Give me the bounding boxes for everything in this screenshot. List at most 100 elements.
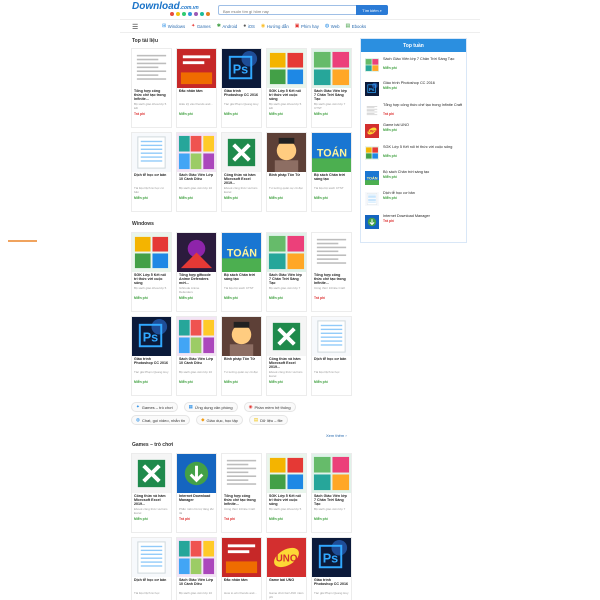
app-card[interactable]: Sách Giáo Viên lớp 7 Chân Trời Sáng Tạo B…	[311, 48, 352, 128]
app-title[interactable]: SGK Lớp 5 Kết nối tri thức với cuộc sống	[132, 272, 171, 287]
app-title[interactable]: Sách Giáo Viên Lớp 10 Cánh Diều	[177, 356, 216, 371]
app-thumbnail[interactable]: TOÁN	[222, 233, 261, 272]
category-tag[interactable]: ◍ Chat, gọi video, nhắn tin	[131, 415, 191, 425]
app-title[interactable]: Binh pháp Tôn Tử	[222, 356, 261, 371]
app-thumbnail[interactable]	[132, 538, 171, 577]
app-card[interactable]: Sách Giáo Viên lớp 7 Chân Trời Sáng Tạo B…	[311, 453, 352, 533]
app-thumbnail[interactable]	[177, 233, 216, 272]
app-title[interactable]: SGK Lớp 5 Kết nối tri thức với cuộc sống	[267, 88, 306, 103]
app-thumbnail[interactable]: TOÁN	[312, 133, 351, 172]
top-item-thumbnail[interactable]	[365, 192, 379, 206]
app-title[interactable]: Sách Giáo Viên lớp 7 Chân Trời Sáng Tạo	[312, 493, 351, 508]
top-week-item[interactable]: Sách Giáo Viên lớp 7 Chân Trời Sáng Tạo M…	[365, 57, 465, 75]
app-card[interactable]: Đắc nhân tâmHow to win friends and...Miễ…	[221, 537, 262, 600]
top-item-name[interactable]: Tổng hợp công thức chế tạo trong Infinit…	[383, 103, 465, 107]
nav-item-web[interactable]: ◍ Web	[325, 23, 340, 29]
app-card[interactable]: Công thức và hàm Microsoft Excel 2019...…	[221, 132, 262, 212]
app-card[interactable]: SGK Lớp 5 Kết nối tri thức với cuộc sống…	[266, 453, 307, 533]
app-thumbnail[interactable]: Ps	[222, 49, 261, 88]
nav-item-ebooks[interactable]: ▤ Ebooks	[346, 23, 367, 29]
app-thumbnail[interactable]	[267, 49, 306, 88]
app-card[interactable]: Dịch tễ học cơ bản Tài liệu Dịch tễ học c…	[131, 132, 172, 212]
top-week-item[interactable]: Ps Giáo trình Photoshop CC 2016 Miễn phí	[365, 81, 465, 99]
app-thumbnail[interactable]: Ps	[132, 317, 171, 356]
nav-item-ios[interactable]: ● iOS	[243, 23, 255, 29]
top-week-item[interactable]: SGK Lớp 5 Kết nối tri thức với cuộc sống…	[365, 145, 465, 163]
top-item-thumbnail[interactable]	[365, 58, 379, 72]
search-button[interactable]: Tìm kiếm ⌕	[356, 5, 388, 15]
app-thumbnail[interactable]	[132, 233, 171, 272]
top-item-name[interactable]: Game bài UNO	[383, 123, 465, 127]
app-thumbnail[interactable]	[177, 49, 216, 88]
app-card[interactable]: Ps Giáo trình Photoshop CC 2016 Tác giả Ph…	[221, 48, 262, 128]
app-card[interactable]: Tổng hợp giftcode Anime Defenders mới...…	[176, 232, 217, 312]
app-title[interactable]: Bộ sách Chân trời sáng tạo	[312, 172, 351, 187]
app-thumbnail[interactable]	[222, 454, 261, 493]
top-week-item[interactable]: TOÁN Bộ sách Chân trời sáng tạo Miễn phí	[365, 170, 465, 188]
category-tag[interactable]: ▤ Dữ liệu – file	[248, 415, 288, 425]
app-card[interactable]: TOÁN Bộ sách Chân trời sáng tạo Tài liệu b…	[221, 232, 262, 312]
app-thumbnail[interactable]	[132, 49, 171, 88]
app-title[interactable]: Giáo trình Photoshop CC 2016	[132, 356, 171, 371]
app-card[interactable]: Ps Giáo trình Photoshop CC 2016 Tác giả Ph…	[311, 537, 352, 600]
app-thumbnail[interactable]	[132, 133, 171, 172]
app-title[interactable]: SGK Lớp 5 Kết nối tri thức với cuộc sống	[267, 493, 306, 508]
category-tag[interactable]: ✦ Games – trò chơi	[131, 402, 178, 412]
app-card[interactable]: Dịch tễ học cơ bảnTài liệu Dịch tễ học Mi…	[311, 316, 352, 396]
top-item-thumbnail[interactable]	[365, 104, 379, 118]
app-card[interactable]: Công thức và hàm Microsoft Excel 2019...…	[266, 316, 307, 396]
top-item-name[interactable]: Sách Giáo Viên lớp 7 Chân Trời Sáng Tạo	[383, 57, 465, 61]
app-card[interactable]: UNO Game bài UNO Game chơi bài UNO miễn ph…	[266, 537, 307, 600]
top-item-thumbnail[interactable]	[365, 146, 379, 160]
nav-item-hướng-dẫn[interactable]: ◉ Hướng dẫn	[261, 23, 289, 29]
top-item-thumbnail[interactable]: UNO	[365, 124, 379, 138]
app-thumbnail[interactable]	[312, 233, 351, 272]
app-card[interactable]: Tổng hợp công thức chế tạo trong Infinit…	[221, 453, 262, 533]
app-thumbnail[interactable]	[177, 133, 216, 172]
top-item-thumbnail[interactable]	[365, 215, 379, 229]
app-thumbnail[interactable]	[312, 49, 351, 88]
top-item-name[interactable]: Internet Download Manager	[383, 214, 465, 218]
app-card[interactable]: Binh pháp Tôn Tử Tư tưởng quân sự cổ đại M…	[221, 316, 262, 396]
app-thumbnail[interactable]	[312, 317, 351, 356]
app-card[interactable]: Tổng hợp công thức chế tạo trong Infinit…	[311, 232, 352, 312]
app-card[interactable]: Tổng hợp công thức chế tạo trong Infinit…	[131, 48, 172, 128]
category-tag[interactable]: ▦ Ứng dụng văn phòng	[183, 402, 238, 412]
app-thumbnail[interactable]	[267, 454, 306, 493]
app-thumbnail[interactable]	[177, 317, 216, 356]
app-title[interactable]: Bộ sách Chân trời sáng tạo	[222, 272, 261, 287]
app-thumbnail[interactable]	[267, 233, 306, 272]
app-title[interactable]: Giáo trình Photoshop CC 2016	[222, 88, 261, 103]
top-item-thumbnail[interactable]: TOÁN	[365, 171, 379, 185]
top-item-name[interactable]: Giáo trình Photoshop CC 2016	[383, 81, 465, 85]
app-thumbnail[interactable]	[177, 454, 216, 493]
app-card[interactable]: Sách Giáo Viên Lớp 10 Cánh Diều Bộ sách g…	[176, 132, 217, 212]
app-title[interactable]: Giáo trình Photoshop CC 2016	[312, 577, 351, 592]
app-thumbnail[interactable]	[267, 133, 306, 172]
app-thumbnail[interactable]	[222, 133, 261, 172]
app-title[interactable]: Tổng hợp công thức chế tạo trong Infinit…	[312, 272, 351, 287]
app-thumbnail[interactable]	[177, 538, 216, 577]
app-title[interactable]: Đắc nhân tâm	[222, 577, 261, 592]
app-title[interactable]: Công thức và hàm Microsoft Excel 2019...	[267, 356, 306, 371]
app-title[interactable]: Tổng hợp công thức chế tạo trong Infinit…	[222, 493, 261, 508]
app-title[interactable]: Game bài UNO	[267, 577, 306, 592]
app-title[interactable]: Sách Giáo Viên Lớp 10 Cánh Diều	[177, 172, 216, 187]
app-title[interactable]: Sách Giáo Viên lớp 7 Chân Trời Sáng Tạo	[312, 88, 351, 103]
menu-icon[interactable]: ☰	[132, 23, 138, 31]
app-thumbnail[interactable]	[132, 454, 171, 493]
app-card[interactable]: Sách Giáo Viên Lớp 10 Cánh Diều Bộ sách g…	[176, 537, 217, 600]
app-card[interactable]: Sách Giáo Viên lớp 7 Chân Trời Sáng Tạo B…	[266, 232, 307, 312]
app-title[interactable]: Sách Giáo Viên Lớp 10 Cánh Diều	[177, 577, 216, 592]
app-thumbnail[interactable]: Ps	[312, 538, 351, 577]
nav-item-phim-hay[interactable]: ▣ Phim hay	[295, 23, 319, 29]
top-item-name[interactable]: Bộ sách Chân trời sáng tạo	[383, 170, 465, 174]
app-card[interactable]: Ps Giáo trình Photoshop CC 2016 Tác giả Ph…	[131, 316, 172, 396]
app-card[interactable]: Công thức và hàm Microsoft Excel 2019...…	[131, 453, 172, 533]
top-week-item[interactable]: Tổng hợp công thức chế tạo trong Infinit…	[365, 103, 465, 121]
app-card[interactable]: Sách Giáo Viên Lớp 10 Cánh Diều Bộ sách g…	[176, 316, 217, 396]
app-card[interactable]: SGK Lớp 5 Kết nối tri thức với cuộc sống…	[266, 48, 307, 128]
app-thumbnail[interactable]	[222, 317, 261, 356]
top-week-item[interactable]: Dịch tễ học cơ bản Miễn phí	[365, 191, 465, 209]
category-tag[interactable]: ◉ Phần mềm hệ thống	[243, 402, 296, 412]
